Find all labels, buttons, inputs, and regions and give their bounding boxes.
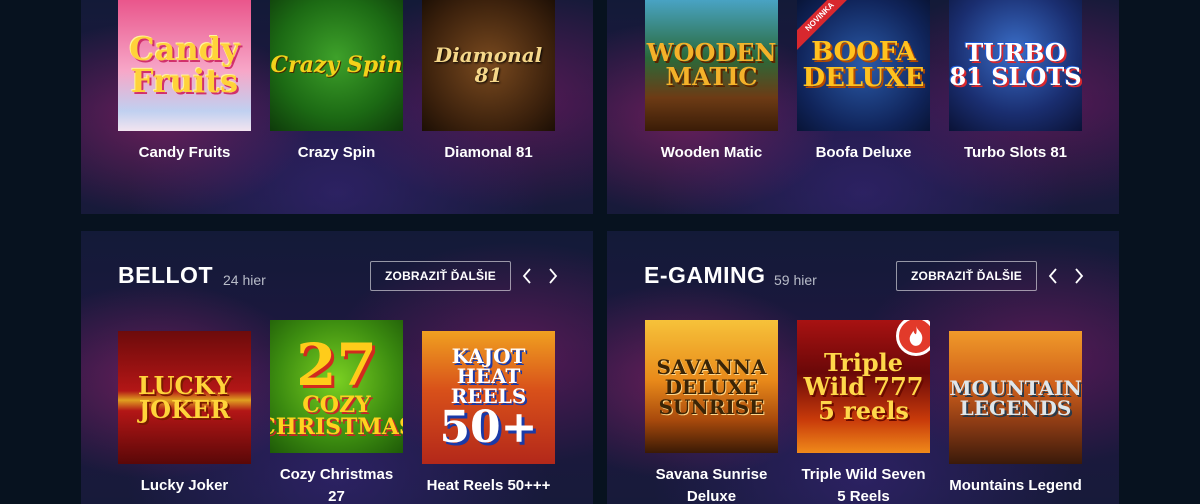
game-art-text: LUCKY JOKER xyxy=(138,370,231,424)
game-title[interactable]: Wooden Matic xyxy=(645,142,778,164)
chevron-left-icon[interactable] xyxy=(1043,266,1063,286)
game-thumbnail[interactable]: Diamonal 81 xyxy=(422,0,555,131)
game-art-text: Candy Fruits xyxy=(129,29,240,100)
game-thumbnail[interactable]: TURBO 81 SLOTS xyxy=(949,0,1082,131)
game-card-cozy-christmas-27[interactable]: 27 COZY CHRISTMAS Cozy Christmas 27 xyxy=(270,320,403,504)
game-panel-top-left: Candy Fruits Candy Fruits Crazy Spin Cra… xyxy=(81,0,593,214)
game-thumbnail[interactable]: Crazy Spin xyxy=(270,0,403,131)
game-title[interactable]: Boofa Deluxe xyxy=(797,142,930,164)
game-title[interactable]: Turbo Slots 81 xyxy=(949,142,1082,164)
game-card-wooden-matic[interactable]: WOODEN MATIC Wooden Matic xyxy=(645,0,778,164)
section-title: E-GAMING xyxy=(644,262,766,288)
game-title[interactable]: Lucky Joker xyxy=(118,475,251,497)
game-thumbnail[interactable]: MOUNTAIN LEGENDS xyxy=(949,331,1082,464)
game-art-text: WOODEN MATIC xyxy=(646,37,777,91)
game-art-text: Triple Wild 777 5 reels xyxy=(803,347,924,425)
game-card-lucky-joker[interactable]: LUCKY JOKER Lucky Joker xyxy=(118,331,251,497)
game-card-crazy-spin[interactable]: Crazy Spin Crazy Spin xyxy=(270,0,403,164)
game-card-diamonal-81[interactable]: Diamonal 81 Diamonal 81 xyxy=(422,0,555,164)
game-panel-bellot: BELLOT 24 hier ZOBRAZIŤ ĎALŠIE LUCKY JOK… xyxy=(81,231,593,504)
game-thumbnail[interactable]: Candy Fruits xyxy=(118,0,251,131)
game-title[interactable]: Cozy Christmas 27 xyxy=(270,464,403,504)
game-art-text: KAJOT HEAT REELS xyxy=(450,343,527,408)
game-thumbnail[interactable]: Triple Wild 777 5 reels xyxy=(797,320,930,453)
section-title: BELLOT xyxy=(118,262,213,288)
game-thumbnail[interactable]: LUCKY JOKER xyxy=(118,331,251,464)
game-title[interactable]: Crazy Spin xyxy=(270,142,403,164)
game-thumbnail[interactable]: WOODEN MATIC xyxy=(645,0,778,131)
game-thumbnail[interactable]: SAVANNA DELUXE SUNRISE xyxy=(645,320,778,453)
game-count: 59 hier xyxy=(774,272,817,288)
game-title[interactable]: Candy Fruits xyxy=(118,142,251,164)
game-card-candy-fruits[interactable]: Candy Fruits Candy Fruits xyxy=(118,0,251,164)
game-card-turbo-slots-81[interactable]: TURBO 81 SLOTS Turbo Slots 81 xyxy=(949,0,1082,164)
game-art-text: COZY CHRISTMAS xyxy=(270,391,403,440)
game-card-heat-reels[interactable]: KAJOT HEAT REELS 50+ Heat Reels 50+++ xyxy=(422,331,555,497)
game-art-text: Crazy Spin xyxy=(270,51,403,78)
game-art-number: 27 xyxy=(296,330,377,399)
game-card-mountains-legend[interactable]: MOUNTAIN LEGENDS Mountains Legend xyxy=(949,331,1082,497)
show-more-button[interactable]: ZOBRAZIŤ ĎALŠIE xyxy=(370,261,511,291)
chevron-left-icon[interactable] xyxy=(517,266,537,286)
chevron-right-icon[interactable] xyxy=(543,266,563,286)
game-thumbnail[interactable]: KAJOT HEAT REELS 50+ xyxy=(422,331,555,464)
game-panel-top-right: WOODEN MATIC Wooden Matic NOVINKA BOOFA … xyxy=(607,0,1119,214)
game-title[interactable]: Heat Reels 50+++ xyxy=(422,475,555,497)
section-header: BELLOT 24 hier ZOBRAZIŤ ĎALŠIE xyxy=(118,261,563,291)
game-art-text: SAVANNA DELUXE SUNRISE xyxy=(656,354,767,419)
game-title[interactable]: Triple Wild Seven 5 Reels xyxy=(797,464,930,504)
game-art-text: MOUNTAIN LEGENDS xyxy=(949,375,1082,420)
game-title[interactable]: Savana Sunrise Deluxe xyxy=(645,464,778,504)
game-count: 24 hier xyxy=(223,272,266,288)
section-header: E-GAMING 59 hier ZOBRAZIŤ ĎALŠIE xyxy=(644,261,1089,291)
game-thumbnail[interactable]: 27 COZY CHRISTMAS xyxy=(270,320,403,453)
show-more-button[interactable]: ZOBRAZIŤ ĎALŠIE xyxy=(896,261,1037,291)
game-card-savana-sunrise-deluxe[interactable]: SAVANNA DELUXE SUNRISE Savana Sunrise De… xyxy=(645,320,778,504)
game-art-number: 50+ xyxy=(439,401,538,453)
game-card-triple-wild-seven[interactable]: Triple Wild 777 5 reels Triple Wild Seve… xyxy=(797,320,930,504)
game-art-text: Diamonal 81 xyxy=(434,42,543,87)
chevron-right-icon[interactable] xyxy=(1069,266,1089,286)
game-title[interactable]: Diamonal 81 xyxy=(422,142,555,164)
game-panel-egaming: E-GAMING 59 hier ZOBRAZIŤ ĎALŠIE SAVANNA… xyxy=(607,231,1119,504)
game-title[interactable]: Mountains Legend xyxy=(949,475,1082,497)
game-art-text: BOOFA DELUXE xyxy=(802,36,925,93)
game-thumbnail[interactable]: NOVINKA BOOFA DELUXE xyxy=(797,0,930,131)
game-art-text: TURBO 81 SLOTS xyxy=(949,37,1082,91)
game-card-boofa-deluxe[interactable]: NOVINKA BOOFA DELUXE Boofa Deluxe xyxy=(797,0,930,164)
